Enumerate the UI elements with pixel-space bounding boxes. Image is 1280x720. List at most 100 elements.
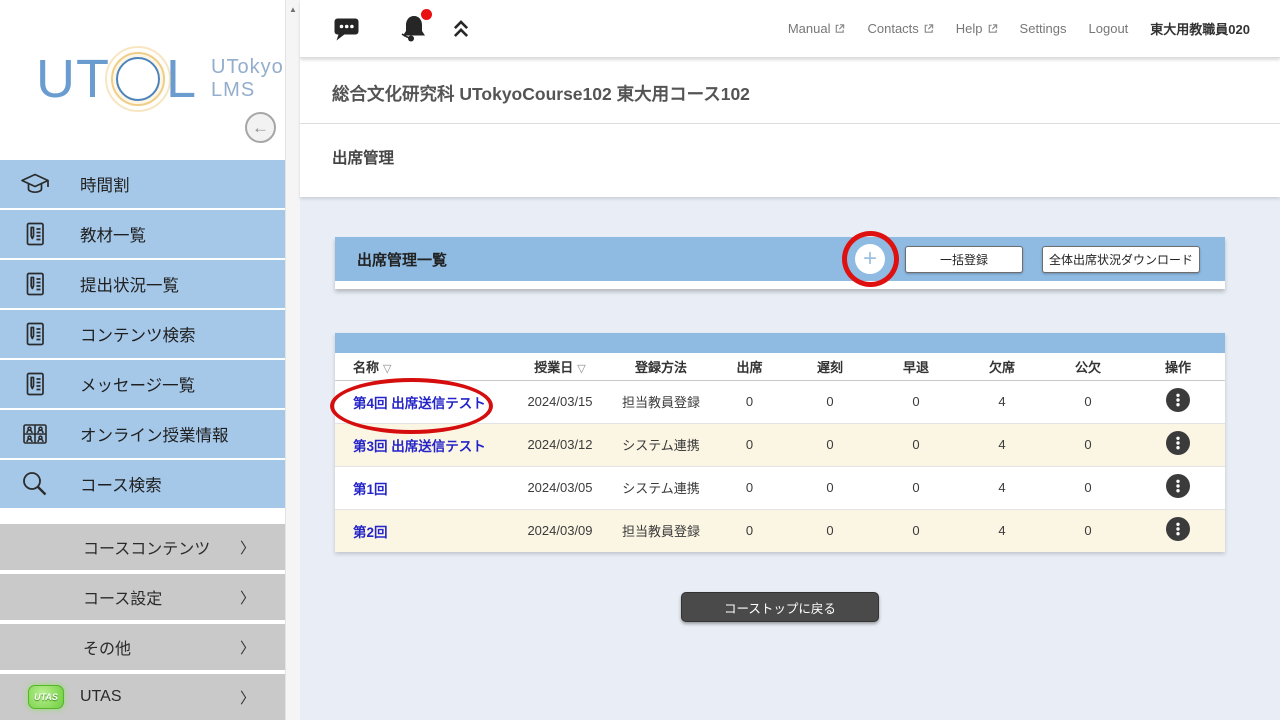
chevron-right-icon: 〉	[240, 587, 255, 608]
bulk-register-button[interactable]: 一括登録	[905, 246, 1023, 273]
column-header-excused: 公欠	[1045, 353, 1131, 380]
row-actions-kebab-button[interactable]	[1166, 474, 1190, 498]
sidebar-item-course-settings[interactable]: コース設定 〉	[0, 574, 285, 620]
table-row: 第2回 2024/03/09 担当教員登録 0 0 0 4 0	[335, 509, 1225, 552]
late-count: 0	[787, 380, 873, 423]
column-header-date[interactable]: 授業日▽	[510, 353, 610, 380]
attendance-item-link[interactable]: 第2回	[353, 525, 388, 540]
add-attendance-button[interactable]: +	[855, 244, 885, 274]
content-area: 出席管理一覧 + 一括登録 全体出席状況ダウンロード	[335, 237, 1225, 622]
contacts-link[interactable]: Contacts	[867, 21, 933, 36]
logo-ring-o-icon	[116, 57, 160, 101]
excused-count: 0	[1045, 466, 1131, 509]
magnifier-icon	[18, 468, 52, 500]
column-header-method: 登録方法	[610, 353, 712, 380]
sidebar-item-materials[interactable]: 教材一覧	[0, 210, 285, 258]
table-row: 第3回 出席送信テスト 2024/03/12 システム連携 0 0 0 4 0	[335, 423, 1225, 466]
table-row: 第4回 出席送信テスト 2024/03/15 担当教員登録 0 0 0 4 0	[335, 380, 1225, 423]
clipboard-icon	[18, 368, 52, 400]
register-method: 担当教員登録	[610, 380, 712, 423]
sidebar-item-others[interactable]: その他 〉	[0, 624, 285, 670]
row-actions-kebab-button[interactable]	[1166, 388, 1190, 412]
logout-link[interactable]: Logout	[1089, 21, 1129, 36]
absent-count: 4	[959, 509, 1045, 552]
graduation-cap-icon	[18, 168, 52, 200]
top-bar-links: Manual Contacts Help	[788, 19, 1280, 38]
absent-count: 4	[959, 466, 1045, 509]
clipboard-icon	[18, 268, 52, 300]
sidebar-item-submission-status[interactable]: 提出状況一覧	[0, 260, 285, 308]
page-title: 出席管理	[300, 124, 1280, 168]
absent-count: 4	[959, 423, 1045, 466]
row-actions-kebab-button[interactable]	[1166, 431, 1190, 455]
chevron-right-icon: 〉	[240, 537, 255, 558]
absent-count: 4	[959, 380, 1045, 423]
class-date: 2024/03/09	[510, 509, 610, 552]
sidebar-item-course-contents[interactable]: コースコンテンツ 〉	[0, 524, 285, 570]
top-bar-icons	[300, 12, 475, 46]
people-grid-icon	[18, 418, 52, 450]
excused-count: 0	[1045, 423, 1131, 466]
attendance-panel-header-card: 出席管理一覧 + 一括登録 全体出席状況ダウンロード	[335, 237, 1225, 289]
early-leave-count: 0	[873, 423, 959, 466]
sidebar-item-course-search[interactable]: コース検索	[0, 460, 285, 508]
attendance-table: 名称▽ 授業日▽ 登録方法 出席 遅刻 早退 欠席 公欠 操作	[335, 353, 1225, 552]
download-attendance-button[interactable]: 全体出席状況ダウンロード	[1042, 246, 1200, 273]
manual-link[interactable]: Manual	[788, 21, 846, 36]
late-count: 0	[787, 423, 873, 466]
table-header-row: 名称▽ 授業日▽ 登録方法 出席 遅刻 早退 欠席 公欠 操作	[335, 353, 1225, 380]
sidebar-scrollbar[interactable]: ▲	[285, 0, 300, 720]
utol-lms-app: U T L UTokyo LMS ← 時間割	[0, 0, 1280, 720]
present-count: 0	[712, 466, 787, 509]
arrow-left-icon: ←	[252, 118, 269, 137]
sidebar-item-online-class-info[interactable]: オンライン授業情報	[0, 410, 285, 458]
scroll-up-icon[interactable]: ▲	[286, 5, 300, 14]
sidebar-collapse-button[interactable]: ←	[245, 112, 276, 143]
sort-icon[interactable]: ▽	[577, 363, 585, 375]
attendance-item-link[interactable]: 第4回 出席送信テスト	[353, 396, 486, 411]
column-header-actions: 操作	[1131, 353, 1225, 380]
utas-logo-icon: UTAS	[28, 685, 64, 709]
sidebar-menu: 時間割 教材一覧	[0, 160, 285, 720]
external-link-icon	[987, 23, 998, 34]
main-area: Manual Contacts Help	[300, 0, 1280, 720]
excused-count: 0	[1045, 380, 1131, 423]
present-count: 0	[712, 380, 787, 423]
clipboard-icon	[18, 318, 52, 350]
back-to-course-top-button[interactable]: コーストップに戻る	[681, 592, 879, 622]
sidebar: U T L UTokyo LMS ← 時間割	[0, 0, 300, 720]
attendance-item-link[interactable]: 第3回 出席送信テスト	[353, 439, 486, 454]
collapse-double-chevron-up-icon[interactable]	[447, 15, 475, 43]
clipboard-icon	[18, 218, 52, 250]
column-header-late: 遅刻	[787, 353, 873, 380]
row-actions-kebab-button[interactable]	[1166, 517, 1190, 541]
sidebar-item-messages[interactable]: メッセージ一覧	[0, 360, 285, 408]
attendance-item-link[interactable]: 第1回	[353, 482, 388, 497]
sidebar-item-utas[interactable]: UTAS UTAS 〉	[0, 674, 285, 720]
table-header-strip	[335, 333, 1225, 353]
attendance-table-card: 名称▽ 授業日▽ 登録方法 出席 遅刻 早退 欠席 公欠 操作	[335, 333, 1225, 552]
messages-bubble-icon[interactable]	[333, 15, 360, 42]
panel-title: 出席管理一覧	[357, 249, 447, 270]
sort-icon[interactable]: ▽	[383, 363, 391, 375]
early-leave-count: 0	[873, 509, 959, 552]
chevron-right-icon: 〉	[240, 687, 255, 708]
present-count: 0	[712, 509, 787, 552]
course-header-card: 総合文化研究科 UTokyoCourse102 東大用コース102 出席管理	[300, 58, 1280, 197]
attendance-panel-header: 出席管理一覧 + 一括登録 全体出席状況ダウンロード	[335, 237, 1225, 281]
top-bar: Manual Contacts Help	[300, 0, 1280, 58]
notification-bell-icon[interactable]	[398, 12, 430, 46]
help-link[interactable]: Help	[956, 21, 998, 36]
column-header-name[interactable]: 名称▽	[335, 353, 510, 380]
sidebar-item-content-search[interactable]: コンテンツ検索	[0, 310, 285, 358]
class-date: 2024/03/12	[510, 423, 610, 466]
column-header-present: 出席	[712, 353, 787, 380]
column-header-absent: 欠席	[959, 353, 1045, 380]
utol-logo: U T L UTokyo LMS	[36, 52, 284, 106]
settings-link[interactable]: Settings	[1020, 21, 1067, 36]
sidebar-item-timetable[interactable]: 時間割	[0, 160, 285, 208]
present-count: 0	[712, 423, 787, 466]
class-date: 2024/03/15	[510, 380, 610, 423]
class-date: 2024/03/05	[510, 466, 610, 509]
logo-subtitle: UTokyo LMS	[211, 56, 284, 102]
